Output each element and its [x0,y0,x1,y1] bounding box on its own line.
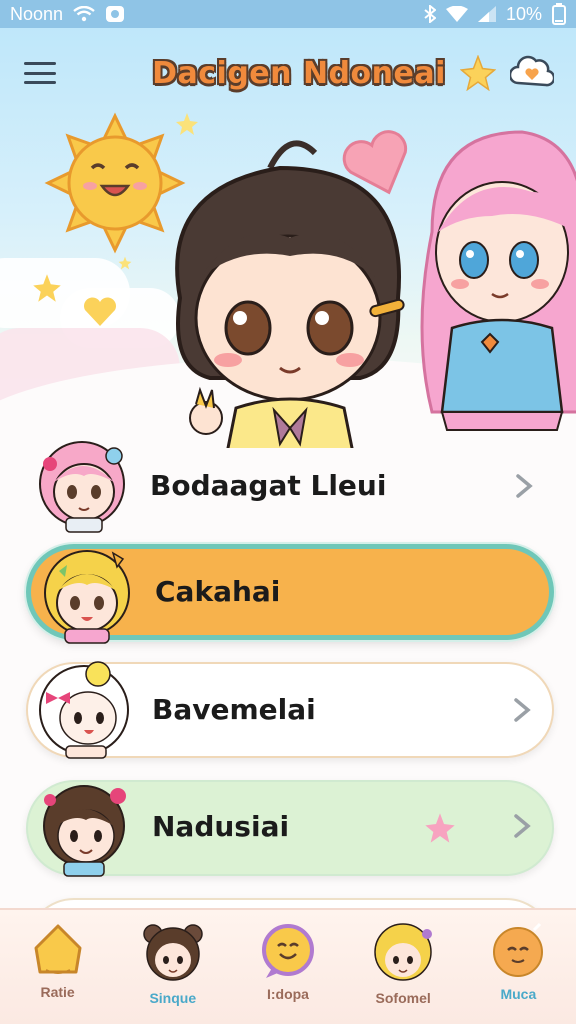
sparkle-star-icon [118,256,132,270]
menu-item-4[interactable]: Nadusiai [26,780,554,877]
nav-tab-2[interactable]: Sinque [118,920,228,1006]
bear-girl-avatar [143,924,203,981]
brown-hair-girl-avatar [43,785,126,877]
nav-tab-label: I:dopa [266,986,309,1002]
notification-icon [106,6,125,22]
nav-tab-label: Muca [500,986,537,1002]
nav-tab-4[interactable]: Sofomel [348,920,458,1006]
blonde-girl-avatar [44,550,130,644]
app-header: Dacigen Ndoneai [0,28,576,118]
pink-haired-girl-character [420,130,576,431]
white-hair-girl-avatar [39,661,129,759]
status-bar: Noonn 10% [0,0,576,28]
menu-item-label: Cakahai [155,575,281,608]
house-icon [34,924,82,974]
chevron-right-icon [514,698,531,722]
brunette-girl-character [175,140,405,448]
hamburger-icon-bar [24,62,56,65]
pink-hair-girl-avatar [39,441,125,533]
battery-percent: 10% [505,3,542,24]
wifi-icon [73,6,95,22]
wifi-signal-icon [445,6,468,22]
nav-tab-label: Sinque [149,990,197,1006]
menu-item-label: Nadusiai [152,810,290,843]
heart-cloud-button[interactable] [509,53,554,93]
smile-chat-icon [261,924,314,978]
app-title: Dacigen Ndoneai [152,55,446,91]
hamburger-menu-button[interactable] [22,58,58,88]
battery-icon [552,3,566,25]
pink-star-icon [425,813,455,843]
sparkle-star-icon [33,274,61,302]
blonde-girl-avatar [374,923,433,981]
orange-face-icon [493,922,544,977]
menu-item-label: Bodaagat Lleui [150,469,387,502]
favorites-star-button[interactable] [459,55,496,91]
heart-icon [84,297,116,326]
chevron-right-icon [514,814,531,838]
hamburger-icon-bar [24,71,56,75]
bottom-navigation-bar: Ratie Sinque I:dopa Sofomel Muca [0,908,576,1024]
menu-item-label: Bavemelai [152,693,316,726]
chevron-right-icon [516,474,533,498]
menu-item-3[interactable]: Bavemelai [26,661,554,759]
nav-tab-label: Ratie [40,984,75,1000]
menu-item-1[interactable]: Bodaagat Lleui [26,438,554,534]
carrier-label: Noonn [10,3,64,24]
cell-signal-icon [477,6,496,22]
nav-tab-label: Sofomel [375,990,431,1006]
nav-tab-home[interactable]: Ratie [3,920,113,1000]
bluetooth-icon [424,5,436,23]
menu-item-2-selected[interactable]: Cakahai [26,544,554,644]
hamburger-icon-bar [24,81,56,84]
nav-tab-5[interactable]: Muca [463,920,573,1002]
nav-tab-3[interactable]: I:dopa [233,920,343,1002]
